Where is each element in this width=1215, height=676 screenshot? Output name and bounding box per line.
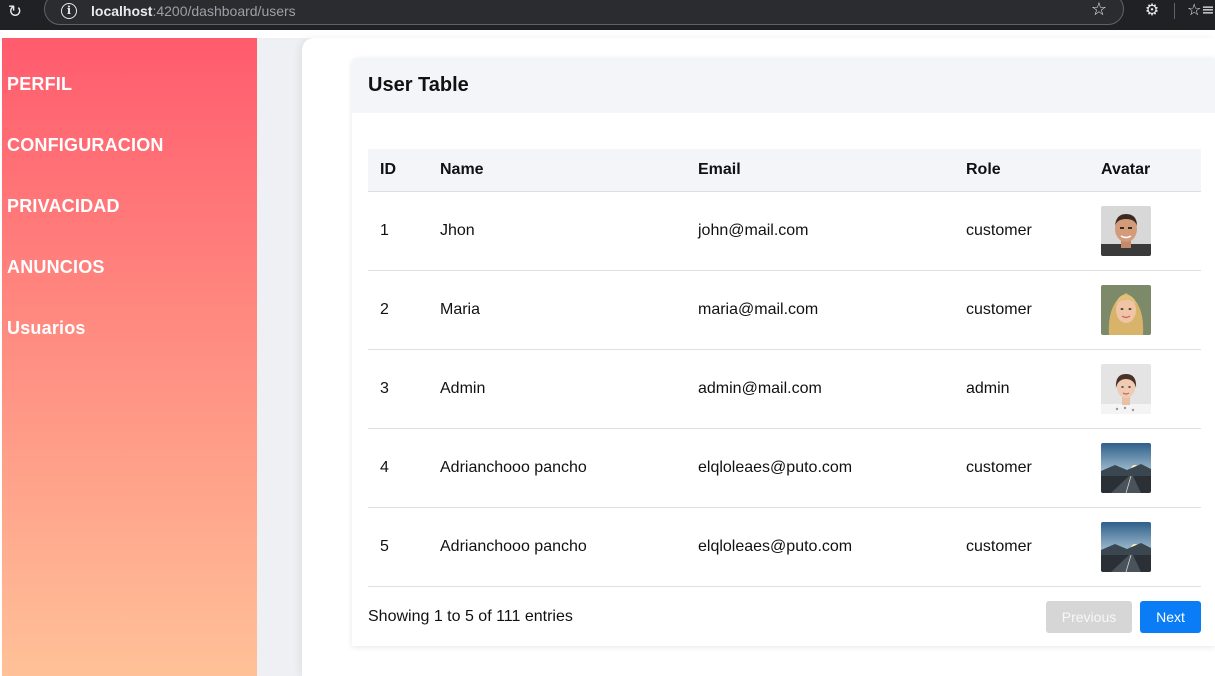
cell-name: Adrianchooo pancho [428,507,686,587]
cell-id: 1 [368,191,428,271]
cell-id: 4 [368,428,428,508]
table-row: 5 Adrianchooo pancho elqloleaes@puto.com… [368,507,1201,587]
url-text[interactable]: localhost:4200/dashboard/users [91,2,296,20]
avatar-man [1101,205,1151,256]
cell-name: Adrianchooo pancho [428,428,686,508]
pagination-summary: Showing 1 to 5 of 111 entries [368,608,573,625]
cell-avatar [1089,191,1201,271]
cell-email: john@mail.com [686,191,954,271]
avatar-blonde-woman [1101,284,1151,335]
table-row: 2 Maria maria@mail.com customer [368,270,1201,350]
cell-email: maria@mail.com [686,270,954,350]
sidebar: PERFIL CONFIGURACION PRIVACIDAD ANUNCIOS… [2,38,257,676]
sidebar-item-usuarios[interactable]: Usuarios [7,316,86,340]
address-bar[interactable]: i localhost:4200/dashboard/users [44,0,1124,25]
avatar-road-landscape [1101,442,1151,493]
sidebar-item-privacidad[interactable]: PRIVACIDAD [7,194,120,218]
browser-toolbar: ↻ i localhost:4200/dashboard/users ☆ ⚙ ☆… [0,0,1215,30]
cell-role: customer [954,191,1089,271]
cell-name: Admin [428,349,686,429]
card-header: User Table [352,58,1215,113]
avatar-woman [1101,363,1151,414]
cell-avatar [1089,270,1201,350]
cell-role: customer [954,428,1089,508]
column-header-id: ID [368,149,428,192]
cell-email: admin@mail.com [686,349,954,429]
cell-id: 3 [368,349,428,429]
cell-name: Maria [428,270,686,350]
cell-id: 2 [368,270,428,350]
column-header-name: Name [428,149,686,192]
cell-name: Jhon [428,191,686,271]
sidebar-item-perfil[interactable]: PERFIL [7,72,72,96]
next-button[interactable]: Next [1140,601,1201,633]
toolbar-divider [1174,3,1175,19]
cell-role: customer [954,507,1089,587]
column-header-email: Email [686,149,954,192]
cell-role: customer [954,270,1089,350]
table-row: 4 Adrianchooo pancho elqloleaes@puto.com… [368,428,1201,508]
user-table-card: User Table ID Name Email Role Avatar 1 J… [352,58,1215,646]
extensions-icon[interactable]: ⚙ [1141,0,1163,21]
column-header-avatar: Avatar [1089,149,1201,192]
url-path: :4200/dashboard/users [152,3,296,19]
table-header-row: ID Name Email Role Avatar [368,149,1201,192]
column-header-role: Role [954,149,1089,192]
sidebar-item-configuracion[interactable]: CONFIGURACION [7,133,164,157]
site-info-icon[interactable]: i [61,3,77,19]
cell-avatar [1089,507,1201,587]
table-row: 1 Jhon john@mail.com customer [368,191,1201,271]
cell-email: elqloleaes@puto.com [686,507,954,587]
cell-avatar [1089,428,1201,508]
url-host: localhost [91,3,153,19]
card-title: User Table [368,74,469,96]
cell-email: elqloleaes@puto.com [686,428,954,508]
favorites-icon[interactable]: ☆≡ [1187,0,1215,21]
reload-icon[interactable]: ↻ [4,1,26,23]
bookmark-star-icon[interactable]: ☆ [1088,0,1110,21]
cell-avatar [1089,349,1201,429]
users-table: ID Name Email Role Avatar 1 Jhon john@ma… [368,149,1201,587]
cell-id: 5 [368,507,428,587]
table-row: 3 Admin admin@mail.com admin [368,349,1201,429]
avatar-road-landscape [1101,521,1151,572]
cell-role: admin [954,349,1089,429]
sidebar-item-anuncios[interactable]: ANUNCIOS [7,255,105,279]
previous-button[interactable]: Previous [1046,601,1132,633]
